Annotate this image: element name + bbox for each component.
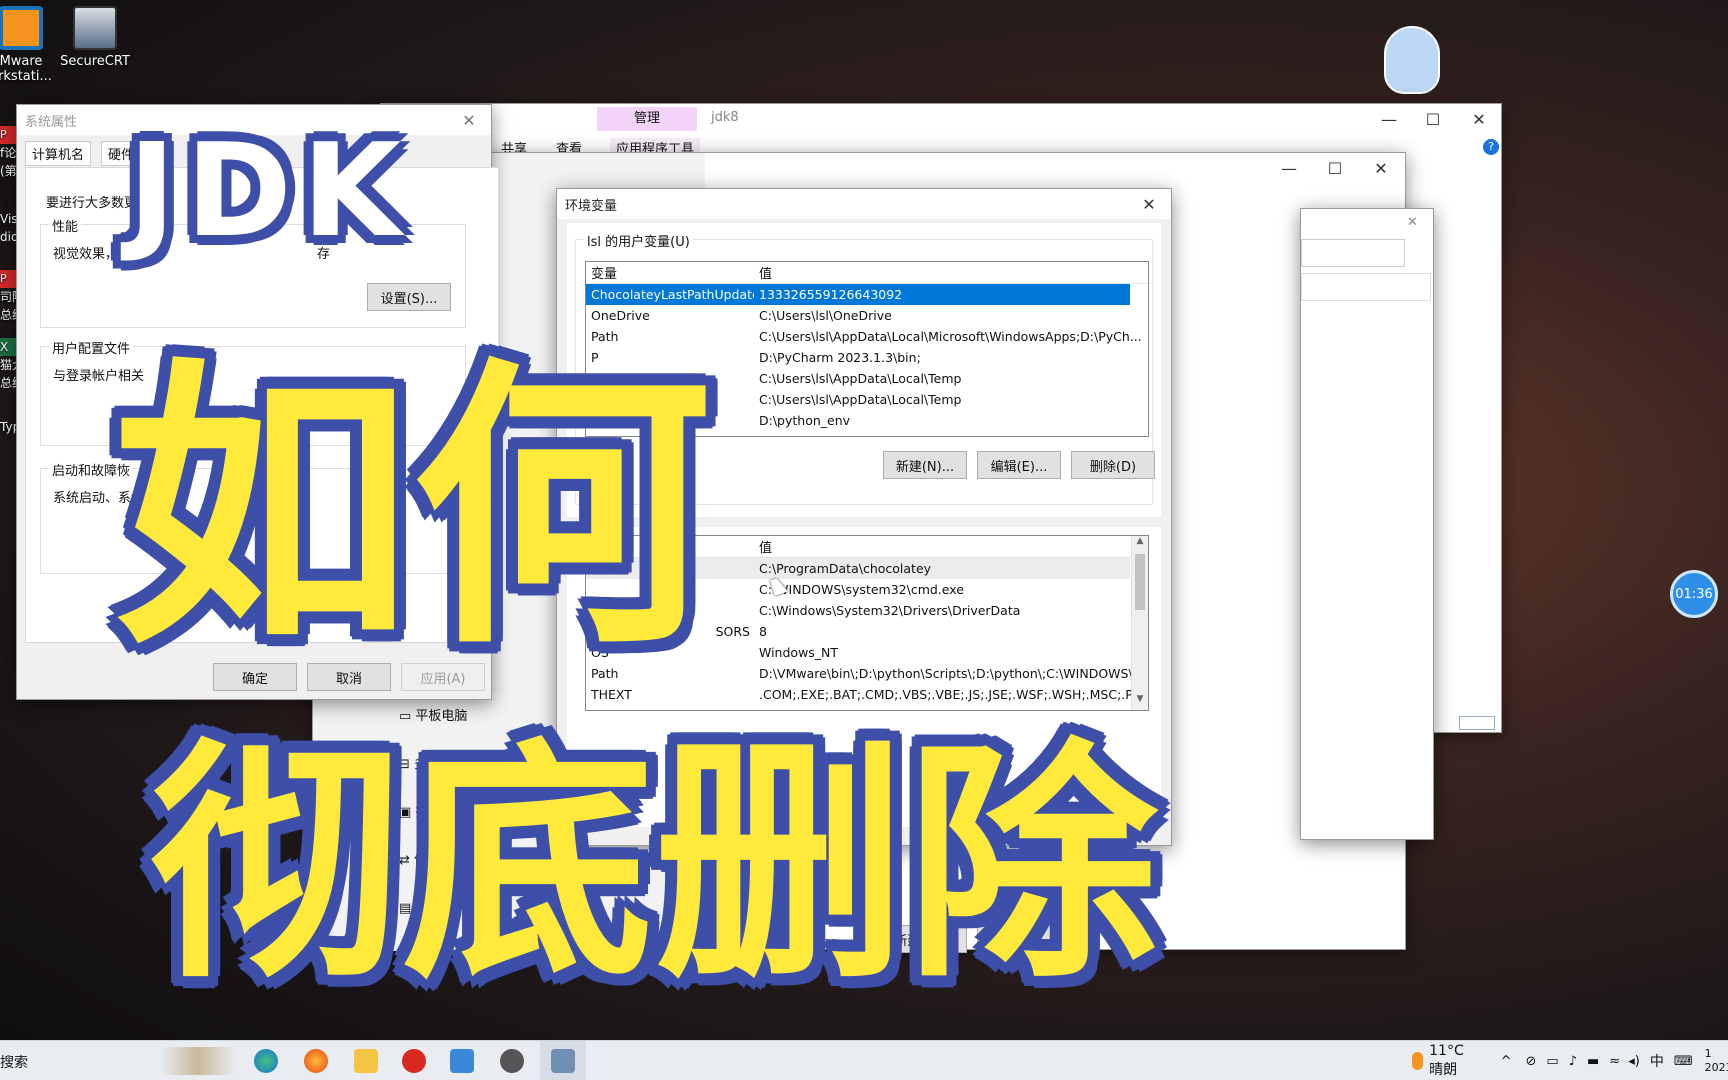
scroll-down-icon[interactable]: ▼ [1132,694,1148,710]
minimize-icon[interactable]: — [1267,153,1311,183]
minimize-icon[interactable]: — [1367,104,1411,134]
keyboard-icon[interactable]: ⌨ [1674,1054,1693,1069]
list-header: 变量 值 [586,262,1148,284]
var-value: C:\Users\lsl\AppData\Local\Microsoft\Win… [759,329,1142,344]
desktop-icon-label: SecureCRT [60,54,130,69]
group-title: 性能 [49,216,82,235]
var-value: 8 [759,624,767,639]
wifi-icon[interactable]: ≈ [1609,1054,1620,1069]
firefox-icon[interactable] [304,1049,328,1073]
clock-time: 1 [1704,1047,1712,1060]
close-icon[interactable]: ✕ [447,105,491,135]
tab-computer-name[interactable]: 计算机名 [25,141,92,166]
table-row[interactable]: OneDrive C:\Users\lsl\OneDrive [586,305,1148,326]
dialog-titlebar: 环境变量 [557,189,1171,219]
performance-settings-button[interactable]: 设置(S)... [367,283,451,311]
table-row[interactable]: ChocolateyLastPathUpdate 133326559126643… [586,284,1130,305]
var-value: D:\python_env [759,413,851,428]
clock-date: 2023 [1704,1061,1728,1074]
close-icon[interactable]: ✕ [1407,215,1418,230]
var-value: C:\Users\lsl\AppData\Local\Temp [759,392,962,407]
manage-tab[interactable]: 管理 [597,107,697,131]
search-label[interactable]: 搜索 [0,1052,28,1072]
scroll-up-icon[interactable]: ▲ [1132,536,1148,552]
scrollbar[interactable]: ▲ ▼ [1131,536,1148,710]
background-window: ✕ [1300,208,1434,840]
var-name: OneDrive [591,308,650,323]
netease-music-icon[interactable] [402,1049,426,1073]
var-value: D:\VMware\bin\;D:\python\Scripts\;D:\pyt… [759,666,1145,681]
address-box[interactable] [1301,273,1431,301]
active-app-highlight[interactable] [540,1041,586,1080]
view-toggle-icon[interactable] [1459,716,1495,730]
column-value-header[interactable]: 值 [754,537,1148,556]
var-name: ChocolateyLastPathUpdate [591,287,754,302]
close-icon[interactable]: ✕ [1359,153,1403,183]
chevron-up-icon[interactable]: ^ [1501,1054,1512,1069]
display-icon[interactable]: ▬ [1587,1054,1599,1069]
var-value: C:\Users\lsl\OneDrive [759,308,892,323]
group-title: lsl 的用户变量(U) [584,231,693,250]
overlay-title-delete: 彻底删除 [150,719,1159,1012]
maximize-icon[interactable]: ☐ [1313,153,1357,183]
overlay-title-how: 如何 [112,335,712,684]
system-tray: 11°C 晴朗 ^ ⊘ ▭ ♪ ▬ ≈ ◂) 中 ⌨ 1 2023 [1412,1041,1728,1080]
microphone-icon[interactable]: ♪ [1569,1054,1577,1069]
desktop-icon-securecrt[interactable]: SecureCRT [54,6,136,69]
var-name: THEXT [591,687,632,702]
mascot-sticker [1384,26,1440,94]
var-value: C:\Users\lsl\AppData\Local\Temp [759,371,962,386]
volume-icon[interactable]: ◂) [1628,1054,1640,1069]
var-value: C:\WINDOWS\system32\cmd.exe [759,582,964,597]
column-name-header[interactable]: 变量 [586,263,754,282]
help-icon[interactable]: ? [1483,139,1499,155]
var-value: D:\PyCharm 2023.1.3\bin; [759,350,921,365]
desktop-icon-label: Mware orkstati... [0,54,52,84]
var-value: C:\ProgramData\chocolatey [759,561,932,576]
dialog-title: 环境变量 [565,198,618,214]
maximize-icon[interactable]: ☐ [1411,104,1455,134]
vmware-icon [0,6,43,50]
camera-icon[interactable]: ▭ [1546,1054,1558,1069]
network-off-icon[interactable]: ⊘ [1526,1054,1537,1069]
scroll-thumb[interactable] [1135,554,1145,610]
dialog-title: 系统属性 [25,114,78,130]
edge-icon[interactable] [254,1049,278,1073]
settings-gear-icon[interactable] [500,1049,524,1073]
clock[interactable]: 1 2023 [1705,1047,1728,1075]
var-value: .COM;.EXE;.BAT;.CMD;.VBS;.VBE;.JS;.JSE;.… [759,687,1148,702]
weather-text[interactable]: 11°C 晴朗 [1429,1043,1470,1079]
search-box-image [160,1047,236,1075]
group-text-head: 视觉效果，处 [53,247,132,262]
table-row[interactable]: THEXT .COM;.EXE;.BAT;.CMD;.VBS;.VBE;.JS;… [586,684,1148,705]
desktop-icon-vmware[interactable]: Mware orkstati... [0,6,62,84]
control-panel-icon[interactable] [450,1049,474,1073]
close-icon[interactable]: ✕ [1457,104,1501,134]
ime-indicator[interactable]: 中 [1650,1051,1664,1071]
file-explorer-icon[interactable] [354,1049,378,1073]
var-value: C:\Windows\System32\Drivers\DriverData [759,603,1021,618]
taskbar: 搜索 11°C 晴朗 ^ ⊘ ▭ ♪ ▬ ≈ ◂) 中 ⌨ 1 2023 [0,1040,1728,1080]
user-edit-button[interactable]: 编辑(E)... [977,451,1061,479]
weather-icon[interactable] [1412,1052,1424,1070]
securecrt-icon [73,6,117,50]
column-value-header[interactable]: 值 [754,263,1148,282]
user-new-button[interactable]: 新建(N)... [883,451,967,479]
system-properties-icon [551,1049,575,1073]
close-icon[interactable]: ✕ [1127,189,1171,219]
recording-timer[interactable]: 01:36 [1670,570,1718,618]
user-delete-button[interactable]: 删除(D) [1071,451,1155,479]
overlay-title-jdk: JDK [128,117,412,266]
explorer-title: jdk8 [711,110,739,125]
search-box[interactable] [1301,239,1405,267]
var-value: 133326559126643092 [759,287,903,302]
var-value: Windows_NT [759,645,839,660]
